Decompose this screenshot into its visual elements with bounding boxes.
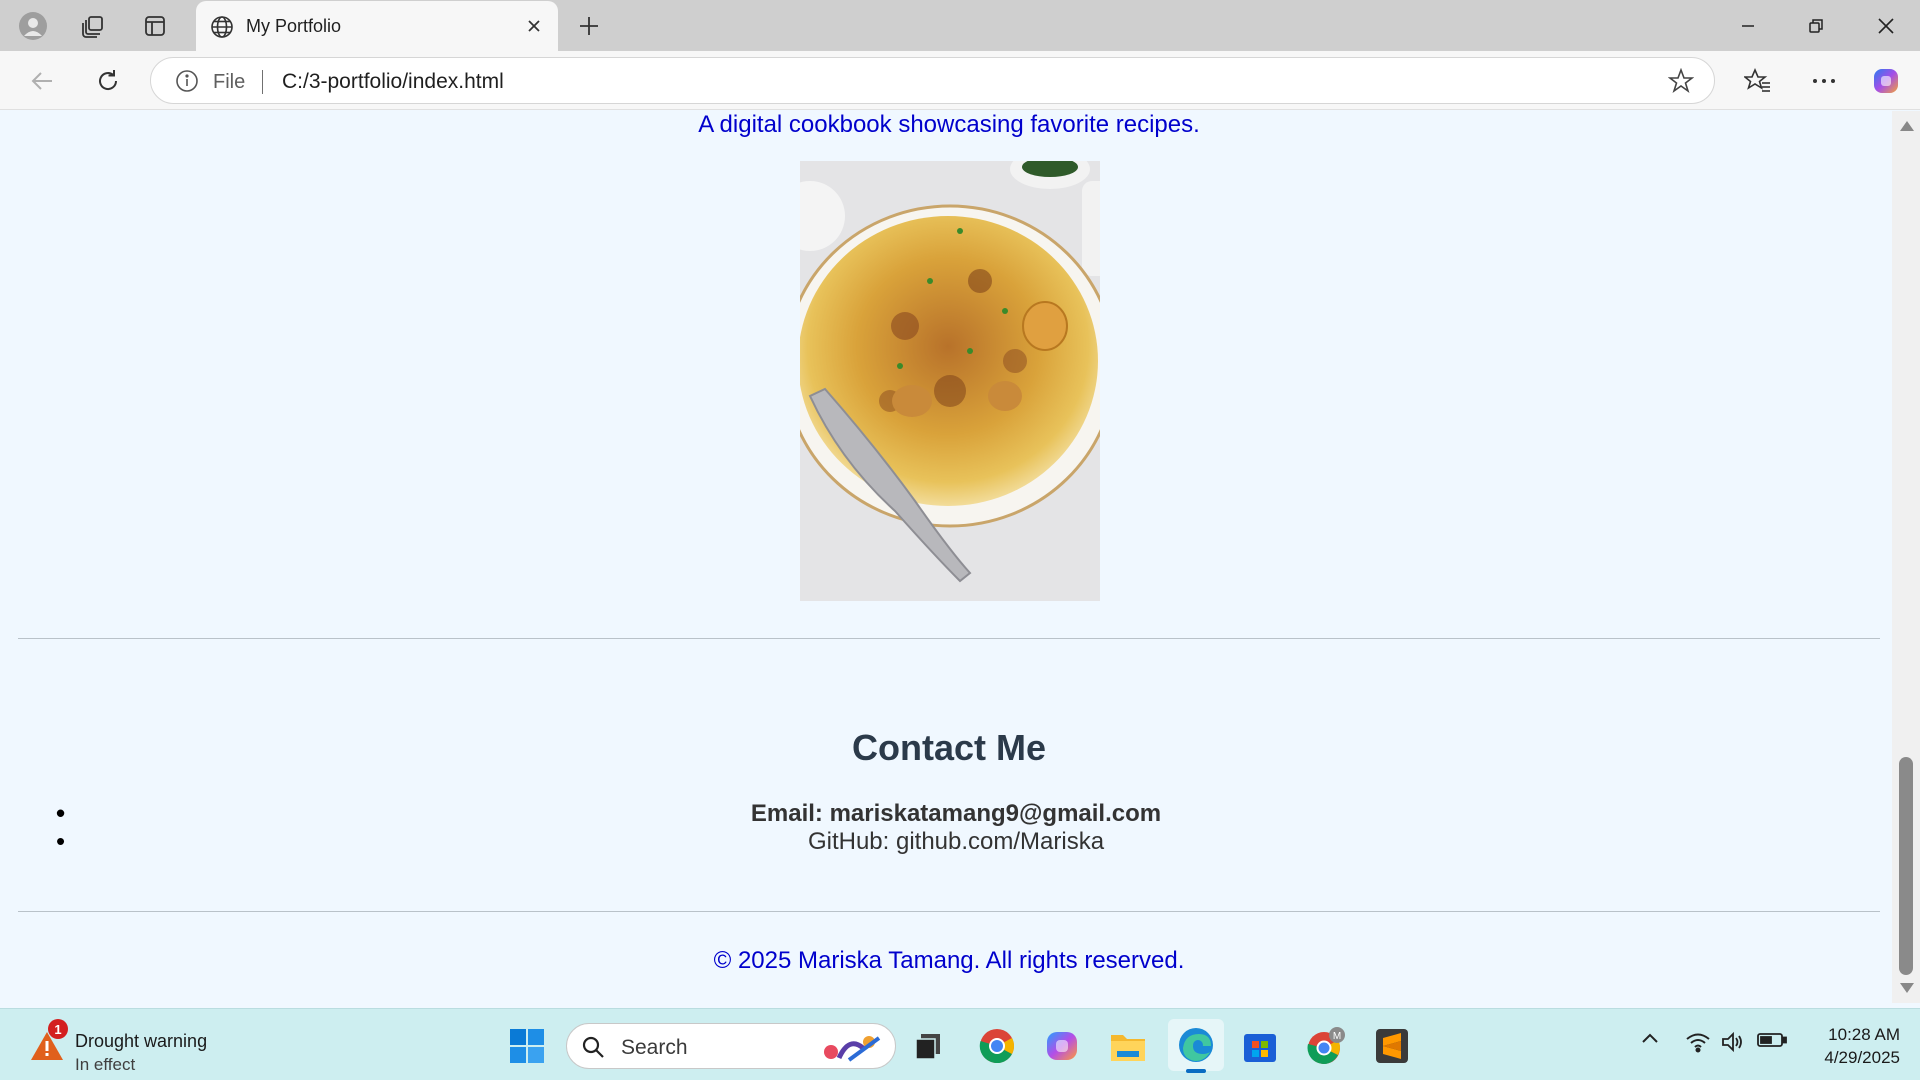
edge-icon[interactable] (1168, 1019, 1224, 1073)
chrome-icon[interactable] (975, 1024, 1019, 1068)
page-scrollbar[interactable] (1892, 111, 1920, 1003)
refresh-button[interactable] (88, 61, 128, 101)
biryani-image (800, 161, 1100, 601)
file-explorer-icon[interactable] (1106, 1024, 1150, 1068)
restore-button[interactable] (1782, 0, 1850, 51)
wifi-icon[interactable] (1685, 1031, 1711, 1053)
browser-toolbar: File C:/3-portfolio/index.html (0, 51, 1920, 110)
taskbar-search-box[interactable]: Search (566, 1023, 896, 1069)
active-app-indicator (1186, 1069, 1206, 1073)
microsoft-store-icon[interactable] (1238, 1024, 1282, 1068)
clock-date: 4/29/2025 (1824, 1048, 1900, 1067)
address-bar[interactable]: File C:/3-portfolio/index.html (150, 57, 1715, 104)
minimize-button[interactable] (1714, 0, 1782, 51)
vertical-tabs-icon[interactable] (138, 9, 172, 43)
copilot-app-icon[interactable] (1040, 1024, 1084, 1068)
battery-icon[interactable] (1757, 1031, 1787, 1049)
section-divider (18, 638, 1880, 639)
clock-time: 10:28 AM (1828, 1025, 1900, 1044)
search-icon (581, 1035, 605, 1064)
scrollbar-thumb[interactable] (1899, 757, 1913, 975)
tab-my-portfolio[interactable]: My Portfolio (196, 1, 558, 51)
notification-badge: 1 (48, 1019, 68, 1039)
address-scheme: File (213, 71, 246, 93)
footer-divider (18, 911, 1880, 912)
workspaces-icon[interactable] (76, 9, 110, 43)
address-separator (262, 70, 263, 94)
profile-icon[interactable] (16, 9, 50, 43)
windows-taskbar: 1 Drought warning In effect Search M 10:… (0, 1008, 1920, 1080)
show-hidden-icons-icon[interactable] (1640, 1031, 1660, 1045)
project-description: A digital cookbook showcasing favorite r… (698, 111, 1200, 138)
scroll-up-arrow-icon[interactable] (1900, 121, 1914, 131)
start-icon[interactable] (505, 1024, 549, 1068)
globe-icon (210, 15, 234, 44)
system-clock[interactable]: 10:28 AM 4/29/2025 (1800, 1023, 1900, 1069)
close-tab-icon[interactable] (521, 13, 547, 39)
sublime-text-icon[interactable] (1370, 1024, 1414, 1068)
address-url[interactable]: C:/3-portfolio/index.html (282, 70, 504, 94)
volume-icon[interactable] (1720, 1031, 1744, 1053)
tab-title: My Portfolio (246, 16, 342, 36)
star-icon[interactable] (1667, 67, 1695, 99)
favorites-icon[interactable] (1738, 61, 1778, 101)
contact-github: GitHub: github.com/Mariska (56, 826, 1854, 857)
contact-heading: Contact Me (851, 727, 1046, 768)
weather-title: Drought warning (75, 1031, 208, 1051)
footer-copyright: © 2025 Mariska Tamang. All rights reserv… (713, 947, 1185, 974)
task-view-icon[interactable] (906, 1024, 950, 1068)
contact-email: Email: mariskatamang9@gmail.com (56, 798, 1854, 829)
chrome-profile-icon[interactable]: M (1304, 1024, 1348, 1068)
search-placeholder: Search (621, 1036, 688, 1059)
new-tab-button[interactable] (572, 9, 606, 43)
tab-bar: My Portfolio (0, 0, 1920, 51)
search-highlight-icon (819, 1030, 885, 1069)
page-viewport: A digital cookbook showcasing favorite r… (6, 111, 1892, 1003)
info-icon[interactable] (175, 69, 199, 98)
copilot-icon[interactable] (1866, 61, 1906, 101)
svg-text:M: M (1333, 1031, 1341, 1042)
more-options-icon[interactable] (1804, 61, 1844, 101)
weather-subtitle: In effect (75, 1055, 136, 1074)
contact-list: Email: mariskatamang9@gmail.com GitHub: … (56, 798, 1854, 857)
close-window-button[interactable] (1852, 0, 1920, 51)
weather-widget[interactable]: 1 Drought warning In effect (26, 1019, 256, 1074)
scroll-down-arrow-icon[interactable] (1900, 983, 1914, 993)
back-button[interactable] (22, 61, 62, 101)
